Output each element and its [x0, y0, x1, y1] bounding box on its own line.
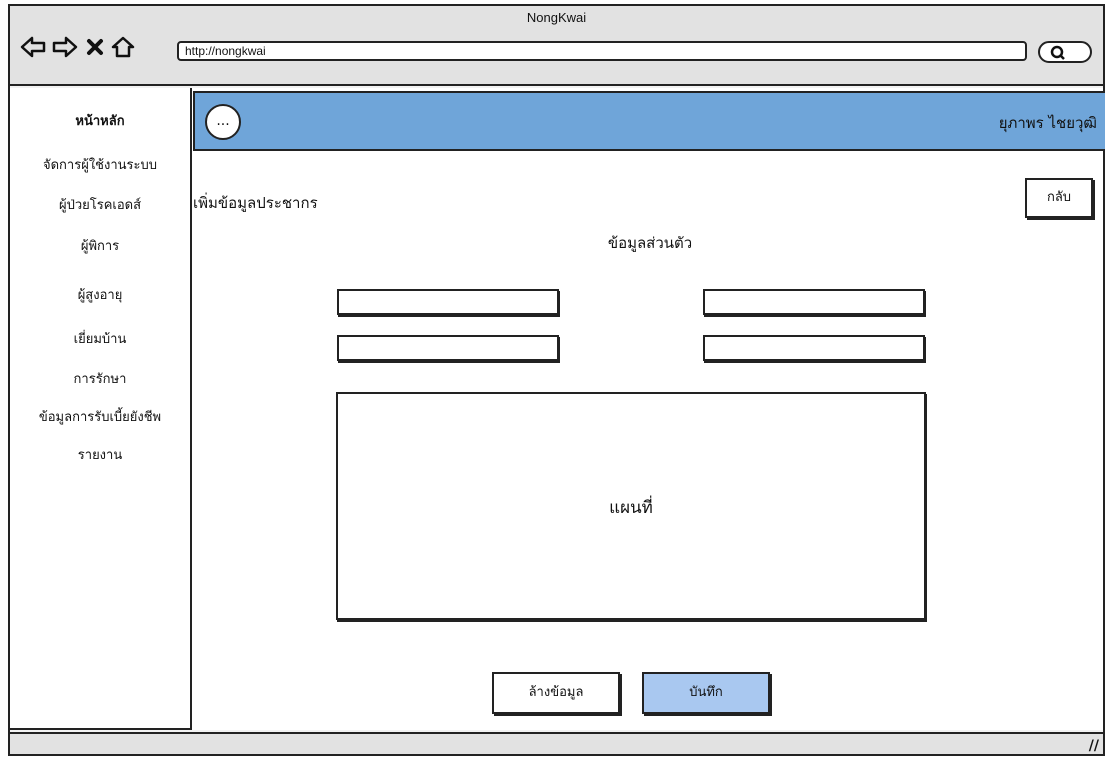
sidebar-item-user-management[interactable]: จัดการผู้ใช้งานระบบ [10, 154, 190, 175]
form-field-2[interactable] [703, 289, 925, 315]
form-field-3[interactable] [337, 335, 559, 361]
status-bar: // [10, 732, 1103, 754]
sidebar-item-home[interactable]: หน้าหลัก [10, 110, 190, 131]
resize-grip-icon[interactable]: // [1089, 738, 1099, 754]
back-arrow-icon[interactable] [20, 34, 46, 60]
window-title: NongKwai [526, 10, 587, 25]
sidebar-item-disabled[interactable]: ผู้พิการ [10, 235, 190, 256]
sidebar-item-treatment[interactable]: การรักษา [10, 368, 190, 389]
sidebar-item-elderly[interactable]: ผู้สูงอายุ [10, 284, 190, 305]
search-button[interactable] [1038, 41, 1092, 63]
form-field-4[interactable] [703, 335, 925, 361]
forward-arrow-icon[interactable] [52, 34, 78, 60]
menu-button[interactable]: ... [205, 104, 241, 140]
map-area[interactable]: แผนที่ [336, 392, 926, 620]
sidebar-item-reports[interactable]: รายงาน [10, 444, 190, 465]
sidebar: หน้าหลัก จัดการผู้ใช้งานระบบ ผู้ป่วยโรคเ… [10, 88, 192, 730]
app-header: ... ยุภาพร ไชยวุฒิ [193, 91, 1105, 151]
form-input-4[interactable] [705, 337, 923, 359]
back-button[interactable]: กลับ [1025, 178, 1093, 218]
section-title: ข้อมูลส่วนตัว [607, 234, 693, 252]
clear-button[interactable]: ล้างข้อมูล [492, 672, 620, 714]
map-label: แผนที่ [609, 498, 653, 518]
url-text: http://nongkwai [185, 44, 266, 58]
url-bar[interactable]: http://nongkwai [177, 41, 1027, 61]
browser-window: NongKwai http://nongkwai หน้าหลัก จัดการ… [8, 4, 1105, 756]
sidebar-item-allowance[interactable]: ข้อมูลการรับเบี้ยยังชีพ [10, 406, 190, 427]
form-input-1[interactable] [339, 291, 557, 313]
form-field-1[interactable] [337, 289, 559, 315]
search-icon [1050, 45, 1065, 60]
sidebar-item-aids-patients[interactable]: ผู้ป่วยโรคเอดส์ [10, 194, 190, 215]
user-name: ยุภาพร ไชยวุฒิ [998, 114, 1097, 132]
close-icon[interactable] [85, 34, 105, 60]
form-input-2[interactable] [705, 291, 923, 313]
save-button[interactable]: บันทึก [642, 672, 770, 714]
sidebar-item-home-visit[interactable]: เยี่ยมบ้าน [10, 328, 190, 349]
page-viewport: หน้าหลัก จัดการผู้ใช้งานระบบ ผู้ป่วยโรคเ… [10, 88, 1105, 730]
home-icon[interactable] [110, 34, 136, 60]
page-title: เพิ่มข้อมูลประชากร [193, 194, 318, 212]
browser-titlebar: NongKwai http://nongkwai [10, 6, 1103, 86]
form-input-3[interactable] [339, 337, 557, 359]
